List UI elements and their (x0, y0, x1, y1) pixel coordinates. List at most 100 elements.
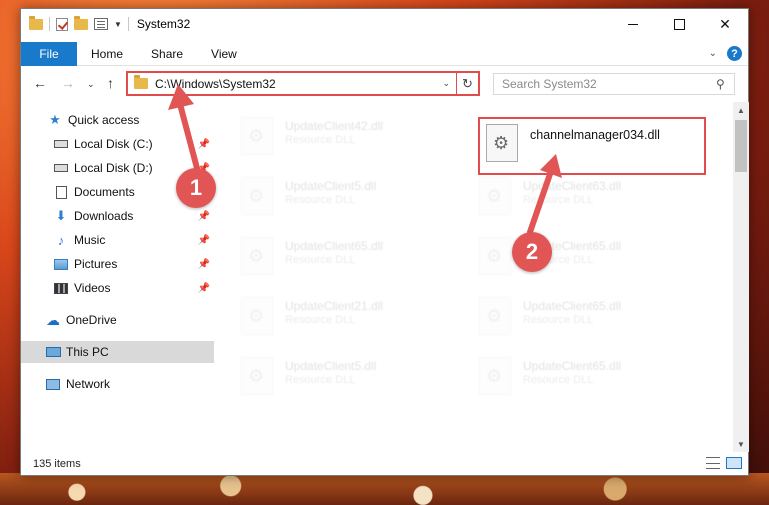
nav-item-label: Quick access (68, 113, 140, 127)
new-folder-icon[interactable] (74, 15, 88, 30)
drive-icon (53, 161, 69, 175)
view-switcher (706, 457, 742, 469)
file-name: UpdateClient42.dll (285, 119, 384, 133)
properties-check-icon[interactable] (56, 17, 68, 31)
dll-file-icon (241, 357, 273, 395)
qat-dropdown-icon[interactable]: ▼ (114, 20, 122, 29)
tab-view[interactable]: View (197, 42, 251, 66)
dll-file-icon (479, 237, 511, 275)
drive-icon (53, 137, 69, 151)
search-icon[interactable]: ⚲ (716, 77, 734, 91)
pin-icon[interactable]: 📌 (198, 259, 210, 270)
file-type: Resource DLL (523, 314, 594, 326)
tab-share[interactable]: Share (137, 42, 197, 66)
expand-ribbon-icon[interactable]: ⌄ (709, 48, 717, 59)
file-item[interactable]: UpdateClient5.dllResource DLL (241, 175, 441, 221)
nav-item-label: Network (66, 377, 111, 391)
refresh-icon[interactable]: ↻ (456, 73, 478, 94)
highlighted-dll-file[interactable]: channelmanager034.dll (478, 117, 706, 175)
file-list: UpdateClient42.dllResource DLL UpdateCli… (221, 101, 731, 449)
file-name: channelmanager034.dll (530, 128, 660, 142)
file-item[interactable]: UpdateClient65.dllResource DLL (241, 235, 441, 281)
nav-item-label: Local Disk (D:) (74, 161, 153, 175)
ribbon-tabs: File Home Share View ⌄ ? (21, 41, 748, 66)
pin-icon[interactable]: 📌 (198, 283, 210, 294)
nav-item-network[interactable]: Network (21, 373, 214, 395)
file-item[interactable]: UpdateClient21.dllResource DLL (241, 295, 441, 341)
file-type: Resource DLL (285, 314, 356, 326)
file-item[interactable]: UpdateClient65.dllResource DLL (479, 355, 679, 401)
nav-item-label: Documents (74, 185, 135, 199)
nav-item-label: Pictures (74, 257, 118, 271)
step-badge-2: 2 (512, 232, 552, 272)
nav-item-music[interactable]: ♪ Music 📌 (21, 229, 214, 251)
close-button[interactable]: ✕ (702, 9, 748, 39)
pin-icon[interactable]: 📌 (198, 139, 210, 150)
step-badge-1: 1 (176, 168, 216, 208)
file-item[interactable]: UpdateClient65.dllResource DLL (479, 295, 679, 341)
pin-icon[interactable]: 📌 (198, 211, 210, 222)
nav-item-videos[interactable]: Videos 📌 (21, 277, 214, 299)
tab-file[interactable]: File (21, 41, 77, 66)
window-controls: ✕ (610, 9, 748, 39)
file-name: UpdateClient5.dll (285, 359, 377, 373)
file-type: Resource DLL (523, 374, 594, 386)
address-path[interactable]: C:\Windows\System32 (155, 77, 442, 91)
nav-item-downloads[interactable]: ⬇ Downloads 📌 (21, 205, 214, 227)
folder-icon (29, 15, 43, 30)
file-item[interactable]: UpdateClient65.dllResource DLL (479, 235, 679, 281)
dll-file-icon (241, 237, 273, 275)
nav-item-label: Music (74, 233, 106, 247)
file-type: Resource DLL (285, 134, 356, 146)
maximize-button[interactable] (656, 9, 702, 39)
dll-file-icon (486, 124, 518, 162)
navigation-bar: ← → ⌄ ↑ C:\Windows\System32 ⌄ ↻ ⚲ (21, 69, 748, 99)
address-bar[interactable]: C:\Windows\System32 ⌄ ↻ (126, 71, 480, 96)
nav-item-onedrive[interactable]: ☁ OneDrive (21, 309, 214, 331)
file-name: UpdateClient65.dll (523, 359, 622, 373)
address-dropdown-icon[interactable]: ⌄ (442, 78, 450, 89)
file-item[interactable]: UpdateClient63.dllResource DLL (479, 175, 679, 221)
search-input[interactable] (502, 77, 716, 91)
search-box[interactable]: ⚲ (493, 73, 735, 95)
videos-icon (53, 281, 69, 295)
ribbon-right-controls: ⌄ ? (709, 46, 742, 61)
customize-icon[interactable] (94, 18, 108, 30)
dll-file-icon (241, 297, 273, 335)
up-arrow-icon[interactable]: ↑ (107, 75, 114, 91)
nav-item-this-pc[interactable]: This PC (21, 341, 214, 363)
scroll-thumb[interactable] (735, 120, 747, 172)
title-bar: ▼ System32 ✕ (21, 9, 748, 39)
recent-locations-chevron-icon[interactable]: ⌄ (87, 79, 95, 90)
pictures-icon (53, 257, 69, 271)
tiles-view-icon[interactable] (726, 457, 742, 469)
scroll-up-icon[interactable]: ▲ (733, 102, 749, 118)
cloud-icon: ☁ (46, 311, 60, 328)
minimize-button[interactable] (610, 9, 656, 39)
details-view-icon[interactable] (706, 457, 720, 469)
nav-item-label: This PC (66, 345, 109, 359)
nav-item-label: OneDrive (66, 313, 117, 327)
download-icon: ⬇ (55, 208, 67, 223)
forward-arrow-icon[interactable]: → (61, 75, 75, 91)
dll-file-icon (241, 177, 273, 215)
nav-item-label: Downloads (74, 209, 134, 223)
vertical-scrollbar[interactable]: ▲ ▼ (733, 102, 749, 452)
back-arrow-icon[interactable]: ← (33, 75, 47, 91)
dll-file-icon (241, 117, 273, 155)
dll-file-icon (479, 357, 511, 395)
scroll-down-icon[interactable]: ▼ (733, 436, 749, 452)
nav-item-local-disk-c[interactable]: Local Disk (C:) 📌 (21, 133, 214, 155)
file-explorer-window: ▼ System32 ✕ File Home Share View ⌄ ? ← … (20, 8, 749, 476)
nav-item-quick-access[interactable]: ★ Quick access (21, 109, 214, 131)
toolbar-separator (127, 17, 129, 31)
nav-item-pictures[interactable]: Pictures 📌 (21, 253, 214, 275)
window-title: System32 (136, 17, 191, 31)
toolbar-separator (49, 17, 50, 31)
file-item[interactable]: UpdateClient5.dllResource DLL (241, 355, 441, 401)
pin-icon[interactable]: 📌 (198, 235, 210, 246)
tab-home[interactable]: Home (77, 42, 137, 66)
documents-icon (53, 185, 69, 199)
help-icon[interactable]: ? (727, 46, 742, 61)
file-item[interactable]: UpdateClient42.dllResource DLL (241, 115, 441, 161)
